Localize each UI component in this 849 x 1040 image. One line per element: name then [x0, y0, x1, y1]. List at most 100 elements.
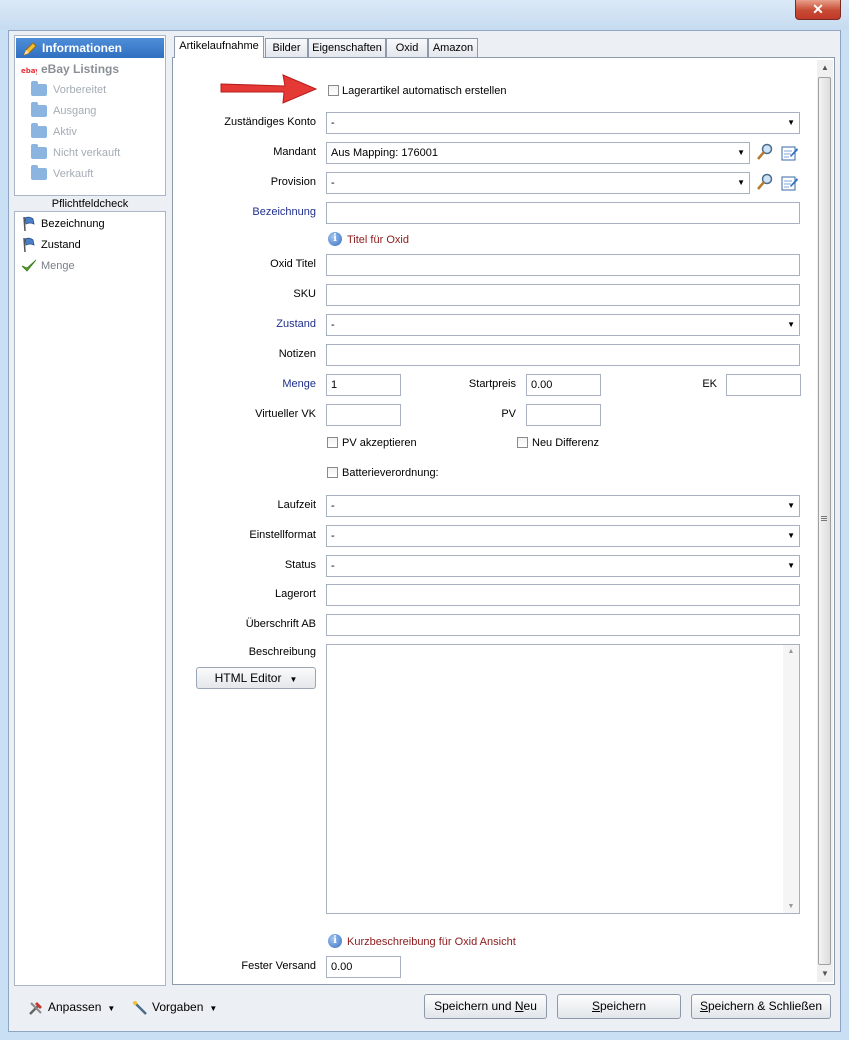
pflicht-item-bezeichnung[interactable]: Bezeichnung — [21, 214, 105, 234]
chevron-down-icon: ▼ — [209, 1004, 218, 1013]
sidebar-item-nicht-verkauft[interactable]: Nicht verkauft — [31, 143, 120, 163]
ueberschrift-label: Überschrift AB — [245, 618, 316, 630]
startpreis-input[interactable]: 0.00 — [526, 374, 601, 396]
pflichtfeldcheck-title: Pflichtfeldcheck — [51, 198, 129, 210]
sidebar-item-ausgang[interactable]: Ausgang — [31, 101, 96, 121]
folder-icon — [31, 123, 47, 139]
bezeichnung-input[interactable] — [326, 202, 800, 224]
sidebar: Informationen ebay eBay Listings Vorbere… — [14, 35, 166, 986]
oxid-titel-label: Oxid Titel — [270, 258, 316, 270]
sidebar-item-aktiv[interactable]: Aktiv — [31, 122, 77, 142]
laufzeit-label: Laufzeit — [277, 499, 316, 511]
sidebar-group-label: eBay Listings — [41, 62, 120, 76]
beschreibung-textarea[interactable]: ▲ ▼ — [326, 644, 800, 914]
tab-artikelaufnahme[interactable]: Artikelaufnahme — [174, 36, 264, 58]
lagerartikel-checkbox[interactable] — [328, 85, 339, 96]
konto-select[interactable]: - ▼ — [326, 112, 800, 134]
chevron-down-icon: ▼ — [787, 561, 795, 570]
status-label: Status — [284, 559, 316, 571]
pv-akzeptieren-label: PV akzeptieren — [342, 437, 417, 449]
scroll-thumb[interactable] — [818, 77, 831, 965]
titel-oxid-info: Titel für Oxid — [347, 234, 409, 246]
einstellformat-select[interactable]: - ▼ — [326, 525, 800, 547]
menge-label: Menge — [282, 378, 316, 390]
sidebar-item-verkauft[interactable]: Verkauft — [31, 164, 93, 184]
virtueller-vk-label: Virtueller VK — [255, 408, 316, 420]
pflicht-item-zustand[interactable]: Zustand — [21, 235, 81, 255]
sidebar-group-ebay-listings[interactable]: ebay eBay Listings — [21, 59, 119, 79]
lagerartikel-label: Lagerartikel automatisch erstellen — [342, 85, 507, 97]
tab-bilder[interactable]: Bilder — [265, 38, 308, 58]
html-editor-button[interactable]: HTML Editor ▼ — [196, 667, 316, 689]
oxid-titel-input[interactable] — [326, 254, 800, 276]
batterieverordnung-checkbox[interactable] — [327, 467, 338, 478]
neu-differenz-checkbox[interactable] — [517, 437, 528, 448]
status-select[interactable]: - ▼ — [326, 555, 800, 577]
vorgaben-button[interactable]: Vorgaben ▼ — [132, 997, 217, 1017]
provision-edit-icon[interactable] — [781, 174, 799, 192]
ek-input[interactable] — [726, 374, 801, 396]
close-window-button[interactable]: ✕ — [795, 0, 841, 20]
laufzeit-select[interactable]: - ▼ — [326, 495, 800, 517]
neu-differenz-label: Neu Differenz — [532, 437, 600, 449]
folder-icon — [31, 81, 47, 97]
speichern-und-neu-button[interactable]: Speichern und Neu — [424, 994, 547, 1019]
anpassen-button[interactable]: Anpassen ▼ — [28, 997, 115, 1017]
panel-scrollbar[interactable]: ▲ ▼ — [817, 60, 833, 982]
sku-input[interactable] — [326, 284, 800, 306]
fester-versand-input[interactable]: 0.00 — [326, 956, 401, 978]
sidebar-item-label: Informationen — [42, 41, 122, 55]
sku-label: SKU — [293, 288, 316, 300]
info-icon: i — [328, 232, 342, 246]
pv-akzeptieren-checkbox[interactable] — [327, 437, 338, 448]
zustand-select[interactable]: - ▼ — [326, 314, 800, 336]
chevron-down-icon: ▼ — [787, 531, 795, 540]
chevron-down-icon: ▼ — [289, 675, 298, 684]
lagerort-label: Lagerort — [275, 588, 316, 600]
virtueller-vk-input[interactable] — [326, 404, 401, 426]
provision-label: Provision — [270, 176, 316, 188]
chevron-down-icon: ▼ — [787, 118, 795, 127]
scroll-down-arrow-icon: ▼ — [787, 903, 795, 910]
ek-label: EK — [702, 378, 717, 390]
tab-oxid[interactable]: Oxid — [386, 38, 428, 58]
chevron-down-icon: ▼ — [107, 1004, 116, 1013]
tab-eigenschaften[interactable]: Eigenschaften — [308, 38, 386, 58]
kurzbeschreibung-info: Kurzbeschreibung für Oxid Ansicht — [347, 936, 516, 948]
tab-amazon[interactable]: Amazon — [428, 38, 478, 58]
mandant-search-icon[interactable] — [756, 143, 774, 161]
mandant-select[interactable]: Aus Mapping: 176001 ▼ — [326, 142, 750, 164]
sidebar-item-informationen[interactable]: Informationen — [16, 38, 164, 58]
pflichtfeldcheck-panel: Bezeichnung Zustand Menge — [14, 211, 166, 986]
scroll-grip-icon — [821, 516, 827, 521]
bezeichnung-label: Bezeichnung — [252, 206, 316, 218]
info-icon: i — [328, 934, 342, 948]
ebay-logo: ebay — [21, 67, 37, 75]
textarea-scrollbar[interactable]: ▲ ▼ — [783, 645, 799, 913]
mandant-edit-icon[interactable] — [781, 144, 799, 162]
tools-icon — [29, 1001, 42, 1015]
pflicht-item-menge[interactable]: Menge — [21, 256, 75, 276]
ebay-logo-icon: ebay — [21, 62, 40, 78]
pv-input[interactable] — [526, 404, 601, 426]
zustand-label: Zustand — [276, 318, 316, 330]
scroll-up-arrow-icon[interactable]: ▲ — [817, 60, 833, 76]
provision-search-icon[interactable] — [756, 173, 774, 191]
provision-select[interactable]: - ▼ — [326, 172, 750, 194]
folder-icon — [31, 165, 47, 181]
scroll-down-arrow-icon[interactable]: ▼ — [817, 966, 833, 982]
pv-label: PV — [501, 408, 516, 420]
folder-icon — [31, 102, 47, 118]
sidebar-item-vorbereitet[interactable]: Vorbereitet — [31, 80, 106, 100]
menge-input[interactable]: 1 — [326, 374, 401, 396]
ueberschrift-input[interactable] — [326, 614, 800, 636]
speichern-schliessen-button[interactable]: Speichern & Schließen — [691, 994, 831, 1019]
notizen-input[interactable] — [326, 344, 800, 366]
svg-text:ebay: ebay — [21, 67, 37, 75]
startpreis-label: Startpreis — [468, 378, 516, 390]
sidebar-navigation: Informationen ebay eBay Listings Vorbere… — [14, 35, 166, 196]
flag-icon — [21, 237, 37, 253]
speichern-button[interactable]: Speichern — [557, 994, 681, 1019]
lagerort-input[interactable] — [326, 584, 800, 606]
batterieverordnung-label: Batterieverordnung: — [342, 467, 439, 479]
